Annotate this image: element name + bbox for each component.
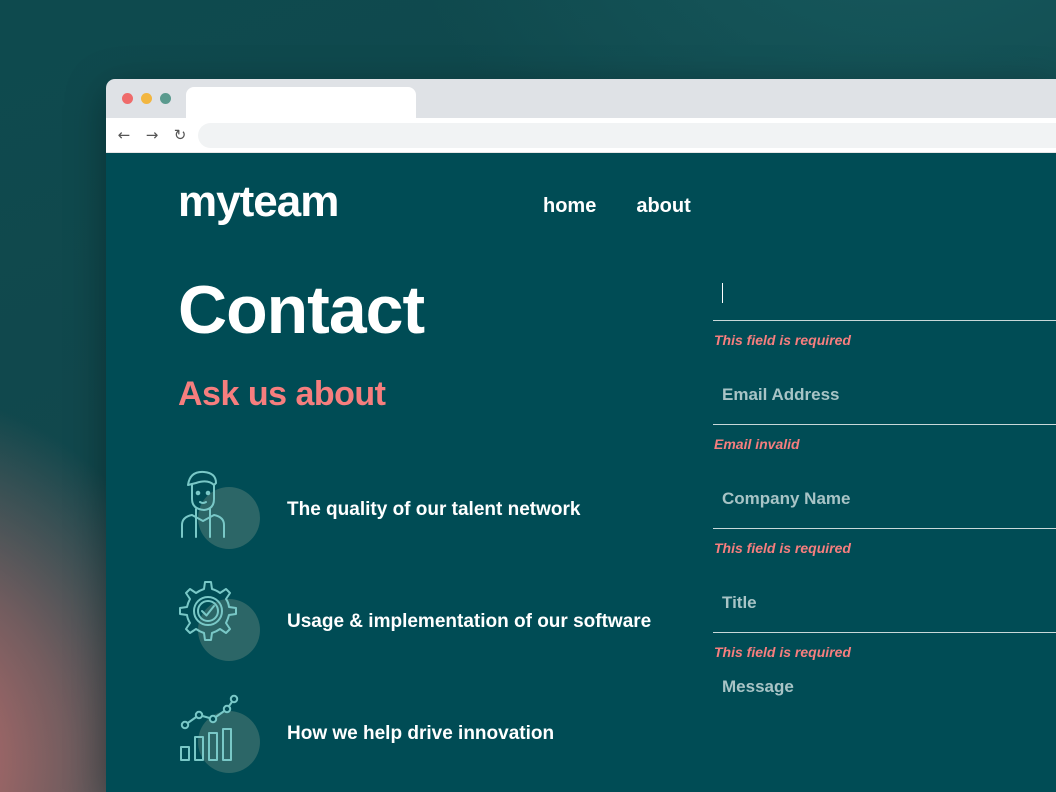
nav-link-about[interactable]: about [636, 195, 690, 218]
feature-item: Usage & implementation of our software [178, 579, 698, 669]
site-logo[interactable]: myteam [178, 177, 339, 227]
text-caret [722, 283, 723, 303]
person-icon [178, 467, 262, 551]
feature-item: How we help drive innovation [178, 691, 698, 781]
reload-icon[interactable]: ↻ [170, 125, 190, 145]
name-error-message: This field is required [714, 332, 851, 348]
back-arrow-icon[interactable]: ← [114, 125, 134, 145]
company-field [713, 469, 1056, 529]
browser-tab-active[interactable] [186, 87, 416, 118]
company-input[interactable] [713, 469, 1056, 528]
gear-check-icon [178, 579, 262, 663]
section-subheading: Ask us about [178, 375, 386, 413]
window-controls [122, 93, 171, 104]
feature-item: The quality of our talent network [178, 467, 698, 557]
feature-label: The quality of our talent network [287, 499, 581, 520]
main-nav: home about [543, 195, 691, 218]
browser-window: ← → ↻ myteam home about Contact Ask us a… [106, 79, 1056, 792]
company-error-message: This field is required [714, 540, 851, 556]
chart-icon [178, 691, 262, 775]
minimize-window-button[interactable] [141, 93, 152, 104]
forward-arrow-icon[interactable]: → [142, 125, 162, 145]
close-window-button[interactable] [122, 93, 133, 104]
browser-titlebar [106, 79, 1056, 118]
email-input[interactable] [713, 365, 1056, 424]
feature-label: Usage & implementation of our software [287, 611, 652, 632]
contact-page: myteam home about Contact Ask us about T… [106, 153, 1056, 792]
name-field [713, 261, 1056, 321]
page-title: Contact [178, 272, 425, 348]
maximize-window-button[interactable] [160, 93, 171, 104]
address-bar-input[interactable] [198, 123, 1056, 148]
browser-toolbar: ← → ↻ [106, 118, 1056, 153]
email-error-message: Email invalid [714, 436, 800, 452]
nav-link-home[interactable]: home [543, 195, 596, 218]
feature-label: How we help drive innovation [287, 723, 555, 744]
name-input[interactable] [713, 261, 1056, 320]
message-input[interactable] [713, 657, 1056, 792]
title-field [713, 573, 1056, 633]
message-field [713, 657, 1056, 792]
title-input[interactable] [713, 573, 1056, 632]
email-field [713, 365, 1056, 425]
